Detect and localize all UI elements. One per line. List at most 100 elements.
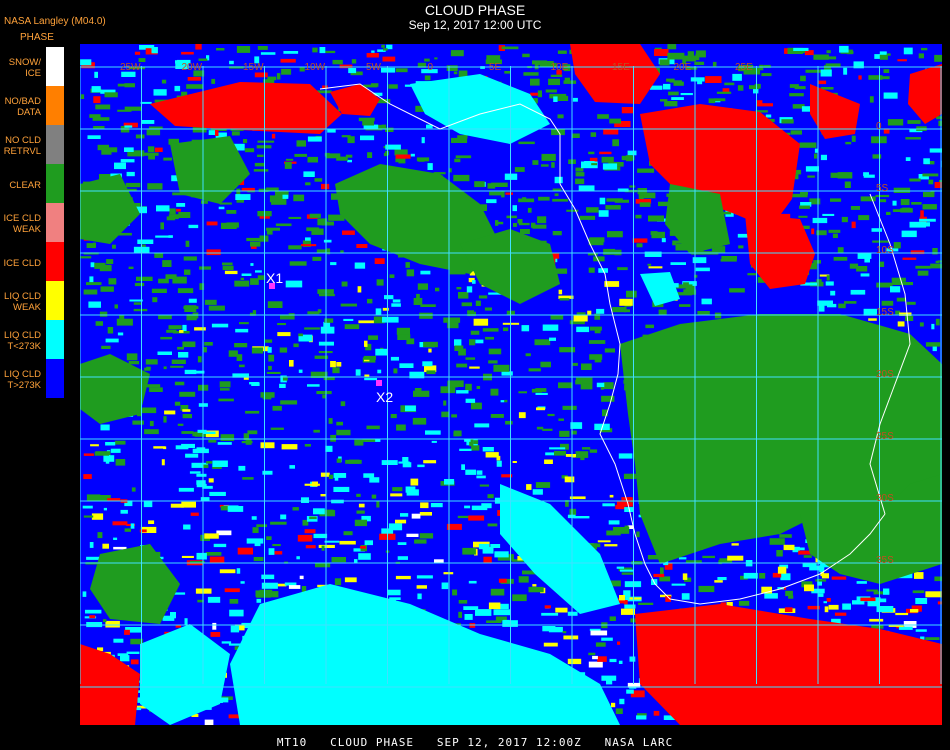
- cloud-pixel: [183, 524, 191, 530]
- cloud-pixel: [266, 187, 279, 191]
- cloud-pixel: [856, 581, 867, 584]
- cloud-pixel: [89, 615, 96, 619]
- cloud-pixel: [95, 321, 103, 326]
- cloud-pixel: [390, 356, 399, 361]
- cloud-pixel: [80, 59, 92, 66]
- cloud-pixel: [243, 139, 248, 144]
- cloud-pixel: [932, 248, 938, 255]
- cloud-pixel: [506, 215, 517, 219]
- cloud-pixel: [702, 555, 715, 559]
- cloud-pixel: [473, 318, 489, 326]
- cloud-pixel: [443, 572, 454, 575]
- latitude-label: 0: [876, 121, 882, 132]
- cloud-pixel: [598, 210, 609, 217]
- cloud-pixel: [322, 394, 326, 399]
- cloud-pixel: [117, 332, 124, 336]
- cloud-pixel: [596, 308, 605, 314]
- cloud-pixel: [897, 59, 907, 62]
- cloud-pixel: [348, 68, 357, 74]
- cloud-pixel: [151, 288, 167, 293]
- cloud-pixel: [91, 513, 104, 520]
- cloud-pixel: [594, 313, 601, 320]
- cloud-pixel: [301, 244, 317, 247]
- cloud-pixel: [169, 208, 176, 215]
- cloud-pixel: [141, 120, 155, 124]
- cloud-pixel: [114, 304, 118, 309]
- cloud-pixel: [619, 595, 625, 601]
- cloud-pixel: [472, 280, 476, 284]
- cloud-pixel: [340, 401, 346, 407]
- cloud-pixel: [279, 347, 288, 353]
- cloud-pixel: [727, 555, 744, 561]
- cloud-pixel: [868, 318, 877, 321]
- cloud-pixel: [197, 429, 207, 433]
- cloud-pixel: [866, 589, 879, 592]
- cloud-pixel: [336, 362, 342, 367]
- cloud-pixel: [251, 347, 263, 354]
- cloud-pixel: [283, 51, 299, 54]
- cloud-pixel: [654, 49, 669, 56]
- cloud-pixel: [330, 361, 336, 368]
- map-title: CLOUD PHASE: [424, 2, 526, 18]
- cloud-pixel: [623, 473, 637, 479]
- cloud-pixel: [567, 658, 582, 665]
- cloud-pixel: [208, 440, 217, 443]
- cloud-pixel: [395, 575, 411, 580]
- cloud-pixel: [345, 154, 353, 158]
- cloud-pixel: [456, 363, 468, 368]
- cloud-pixel: [648, 215, 664, 222]
- cloud-pixel: [423, 341, 438, 348]
- cloud-pixel: [458, 292, 469, 299]
- cloud-pixel: [234, 343, 248, 348]
- cloud-pixel: [749, 85, 759, 90]
- legend-swatch: [46, 203, 64, 242]
- cloud-pixel: [312, 256, 322, 261]
- cloud-pixel: [196, 552, 207, 560]
- cloud-pixel: [431, 440, 437, 443]
- cloud-pixel: [342, 230, 355, 235]
- cloud-pixel: [257, 46, 268, 50]
- cloud-pixel: [868, 75, 883, 80]
- cloud-pixel: [542, 626, 556, 632]
- cloud-pixel: [645, 324, 654, 329]
- cloud-pixel: [113, 546, 127, 550]
- cloud-pixel: [805, 69, 822, 73]
- cloud-pixel: [101, 147, 112, 155]
- cloud-pixel: [629, 597, 642, 600]
- cloud-phase-map: 25W 20W 15W 10W 5W 0 5E 10E 15E 20E 25E 0 5S 10S 15S 2…: [80, 44, 942, 725]
- cloud-pixel: [254, 540, 261, 547]
- cloud-pixel: [296, 556, 300, 560]
- cloud-pixel: [151, 47, 158, 54]
- cloud-pixel: [617, 641, 621, 645]
- cloud-pixel: [872, 240, 889, 243]
- cloud-pixel: [179, 330, 184, 333]
- cloud-pixel: [923, 158, 930, 165]
- longitude-label: 25E: [735, 62, 753, 73]
- cloud-pixel: [558, 418, 564, 421]
- cloud-pixel: [161, 79, 167, 84]
- cloud-pixel: [883, 92, 898, 99]
- cloud-pixel: [474, 181, 485, 188]
- cloud-pixel: [269, 195, 285, 203]
- cloud-pixel: [174, 401, 181, 406]
- cloud-pixel: [722, 88, 730, 93]
- latitude-label: 25S: [876, 431, 894, 442]
- cloud-pixel: [453, 174, 470, 182]
- cloud-pixel: [176, 203, 186, 207]
- cloud-pixel: [845, 141, 852, 145]
- cloud-pixel: [313, 429, 320, 433]
- cloud-pixel: [170, 365, 184, 368]
- cloud-pixel: [272, 405, 282, 411]
- cloud-pixel: [501, 46, 519, 50]
- cloud-pixel: [526, 484, 532, 490]
- cloud-pixel: [297, 534, 313, 542]
- latitude-label: 10S: [876, 245, 894, 256]
- cloud-pixel: [236, 354, 243, 361]
- cloud-pixel: [647, 263, 652, 266]
- cloud-pixel: [475, 339, 484, 344]
- cloud-pixel: [756, 103, 773, 107]
- cloud-pixel: [875, 194, 890, 198]
- cloud-pixel: [676, 292, 693, 296]
- cloud-pixel: [347, 136, 355, 144]
- cloud-pixel: [915, 265, 931, 269]
